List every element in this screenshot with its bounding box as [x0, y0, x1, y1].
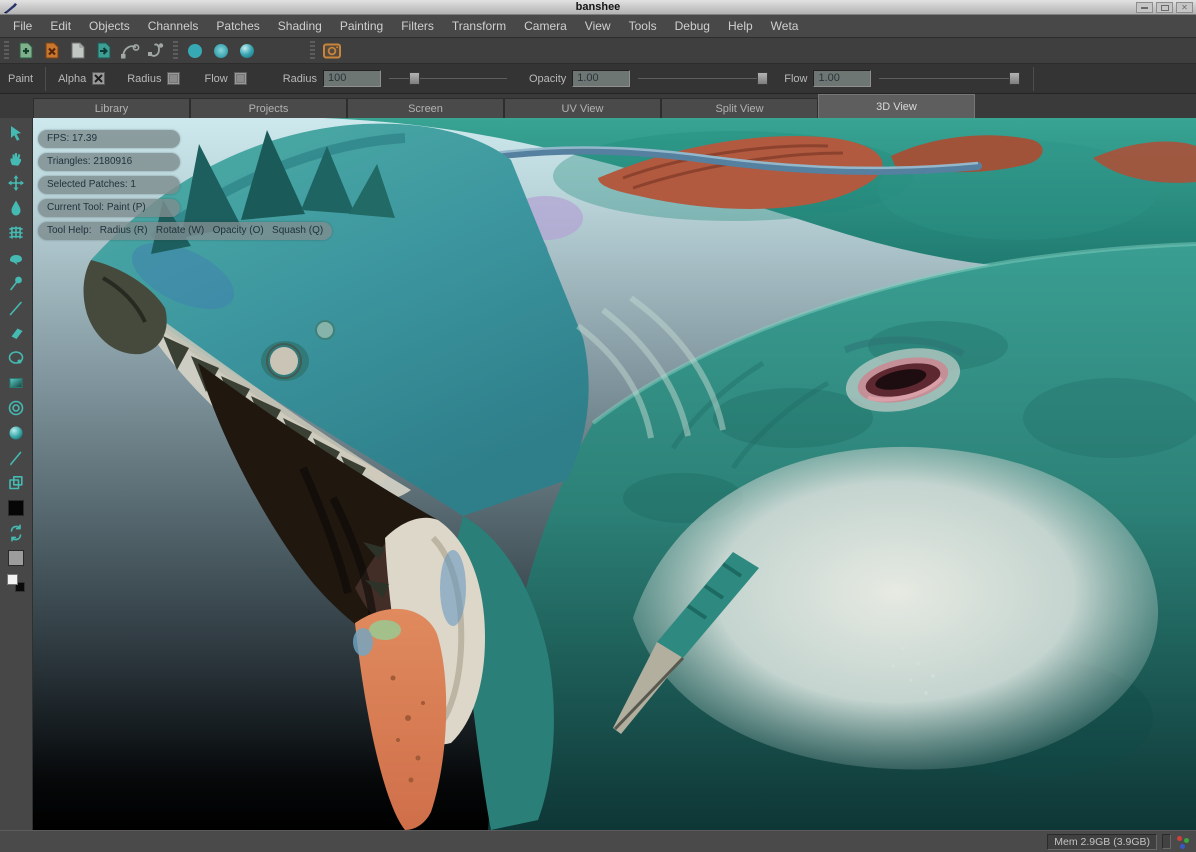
import-project-icon[interactable]: [91, 40, 117, 62]
alpha-label: Alpha: [58, 73, 86, 85]
projector-icon[interactable]: [319, 40, 345, 62]
status-mini-indicator: [1162, 834, 1171, 849]
pan-hand-tool[interactable]: [0, 145, 32, 170]
swap-colors-icon[interactable]: [0, 520, 32, 545]
foreground-background-swatch[interactable]: [0, 570, 32, 595]
select-cursor-tool[interactable]: [0, 120, 32, 145]
radius-input[interactable]: 100: [323, 70, 381, 87]
tab-uv-view[interactable]: UV View: [504, 98, 661, 118]
radius-slider[interactable]: [389, 71, 507, 86]
warp-grid-tool[interactable]: [0, 220, 32, 245]
pencil-tool[interactable]: [0, 445, 32, 470]
flow-toggle-label: Flow: [204, 73, 227, 85]
alpha-checkbox[interactable]: [92, 72, 105, 85]
menu-tools[interactable]: Tools: [620, 15, 666, 37]
curve-nodes-icon[interactable]: [143, 40, 169, 62]
menu-edit[interactable]: Edit: [41, 15, 80, 37]
radius-toggle-label: Radius: [127, 73, 161, 85]
flow-label: Flow: [784, 73, 807, 85]
menu-view[interactable]: View: [576, 15, 620, 37]
flow-input[interactable]: 1.00: [813, 70, 871, 87]
toolbar: [0, 38, 1196, 64]
toolbar-handle: [310, 41, 315, 61]
opacity-input[interactable]: 1.00: [572, 70, 630, 87]
save-project-icon[interactable]: [65, 40, 91, 62]
hud-triangles: Triangles: 2180916: [38, 153, 180, 171]
menubar: File Edit Objects Channels Patches Shadi…: [0, 15, 1196, 38]
paint-stroke-tool[interactable]: [0, 295, 32, 320]
flow-slider[interactable]: [879, 71, 1015, 86]
menu-help[interactable]: Help: [719, 15, 762, 37]
view-tabs: Library Projects Screen UV View Split Vi…: [0, 94, 1196, 118]
pin-tool[interactable]: [0, 270, 32, 295]
menu-debug[interactable]: Debug: [666, 15, 719, 37]
bezier-pen-icon[interactable]: [117, 40, 143, 62]
menu-weta[interactable]: Weta: [762, 15, 808, 37]
window-title: banshee: [0, 1, 1196, 13]
copy-patch-tool[interactable]: [0, 470, 32, 495]
hud-tool-help: Tool Help: Radius (R) Rotate (W) Opacity…: [38, 222, 332, 240]
close-project-icon[interactable]: [39, 40, 65, 62]
tab-library[interactable]: Library: [33, 98, 190, 118]
menu-painting[interactable]: Painting: [331, 15, 392, 37]
menu-objects[interactable]: Objects: [80, 15, 139, 37]
tab-split-view[interactable]: Split View: [661, 98, 818, 118]
close-button[interactable]: ✕: [1176, 2, 1193, 13]
sphere-brush-tool[interactable]: [0, 420, 32, 445]
menu-camera[interactable]: Camera: [515, 15, 576, 37]
brush-flat-icon[interactable]: [182, 40, 208, 62]
blur-rings-tool[interactable]: [0, 395, 32, 420]
tab-projects[interactable]: Projects: [190, 98, 347, 118]
gradient-fill-tool[interactable]: [0, 370, 32, 395]
menu-channels[interactable]: Channels: [139, 15, 208, 37]
move-transform-tool[interactable]: [0, 170, 32, 195]
droplet-tool[interactable]: [0, 195, 32, 220]
titlebar: banshee ✕: [0, 0, 1196, 15]
flow-checkbox[interactable]: [234, 72, 247, 85]
radius-checkbox[interactable]: [167, 72, 180, 85]
memory-indicator: Mem 2.9GB (3.9GB): [1047, 834, 1157, 850]
application-window: banshee ✕ File Edit Objects Channels Pat…: [0, 0, 1196, 852]
rgb-channels-icon[interactable]: [1176, 835, 1190, 849]
menu-shading[interactable]: Shading: [269, 15, 331, 37]
clone-ellipse-tool[interactable]: [0, 345, 32, 370]
toolbar-handle: [173, 41, 178, 61]
menu-patches[interactable]: Patches: [207, 15, 268, 37]
minimize-button[interactable]: [1136, 2, 1153, 13]
current-tool-label: Paint: [8, 73, 33, 85]
opacity-label: Opacity: [529, 73, 566, 85]
toolbar-handle: [4, 41, 9, 61]
tab-screen[interactable]: Screen: [347, 98, 504, 118]
hud-selected-patches: Selected Patches: 1: [38, 176, 180, 194]
tab-3d-view[interactable]: 3D View: [818, 94, 975, 118]
new-project-icon[interactable]: [13, 40, 39, 62]
opacity-slider[interactable]: [638, 71, 764, 86]
smudge-tool[interactable]: [0, 245, 32, 270]
3d-viewport[interactable]: FPS: 17.39 Triangles: 2180916 Selected P…: [33, 118, 1196, 830]
maximize-button[interactable]: [1156, 2, 1173, 13]
gray-swatch[interactable]: [0, 545, 32, 570]
eraser-tool[interactable]: [0, 320, 32, 345]
menu-transform[interactable]: Transform: [443, 15, 515, 37]
tool-sidebar: [0, 118, 33, 830]
statusbar: Mem 2.9GB (3.9GB): [0, 830, 1196, 852]
brush-sphere-icon[interactable]: [234, 40, 260, 62]
brush-soft-icon[interactable]: [208, 40, 234, 62]
radius-label: Radius: [283, 73, 317, 85]
paint-options-bar: Paint Alpha Radius Flow Radius 100 Opaci…: [0, 64, 1196, 94]
hud-fps: FPS: 17.39: [38, 130, 180, 148]
viewport-hud: FPS: 17.39 Triangles: 2180916 Selected P…: [38, 130, 332, 240]
menu-filters[interactable]: Filters: [392, 15, 443, 37]
hud-current-tool: Current Tool: Paint (P): [38, 199, 180, 217]
menu-file[interactable]: File: [4, 15, 41, 37]
black-swatch[interactable]: [0, 495, 32, 520]
